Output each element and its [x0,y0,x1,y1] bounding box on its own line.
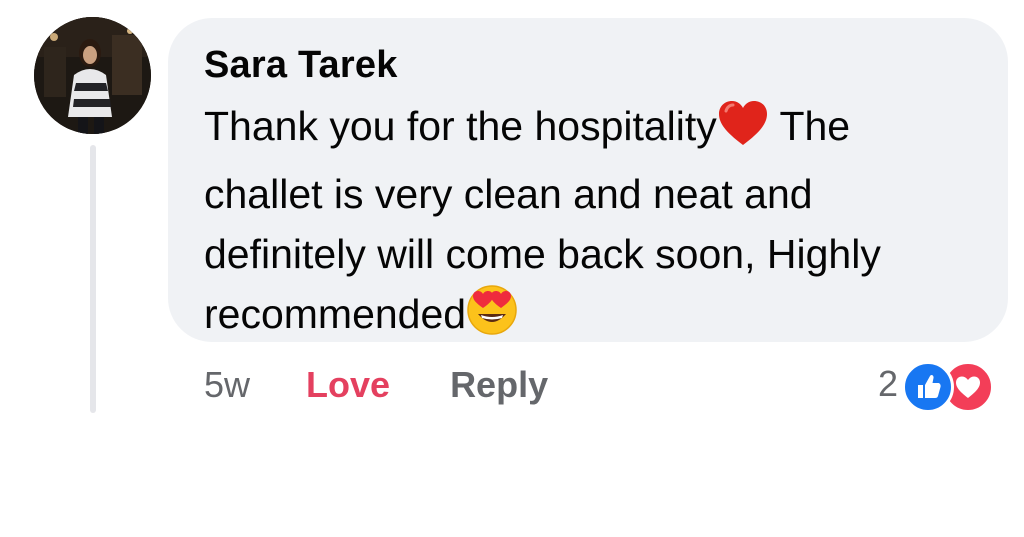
comment-text: Thank you for the hospitality The challe… [204,96,974,352]
heart-eyes-emoji [466,284,518,352]
comment-actions: 5w Love Reply [204,360,548,410]
avatar[interactable] [34,17,151,134]
profile-photo [34,17,151,134]
reply-button[interactable]: Reply [450,364,548,406]
love-reaction-button[interactable]: Love [306,364,390,406]
comment-thread: Sara Tarek Thank you for the hospitality… [0,0,1024,537]
red-heart-emoji [717,100,769,164]
like-icon [902,361,955,413]
comment-bubble: Sara Tarek Thank you for the hospitality… [168,18,1008,342]
reaction-count: 2 [878,363,899,404]
reaction-summary[interactable]: 2 [878,356,995,413]
thread-line [90,145,96,413]
comment-line-1: Thank you for the hospitality [204,103,717,149]
comment-timestamp[interactable]: 5w [204,364,250,406]
reaction-icons [902,359,995,413]
comment-author[interactable]: Sara Tarek [204,40,972,90]
